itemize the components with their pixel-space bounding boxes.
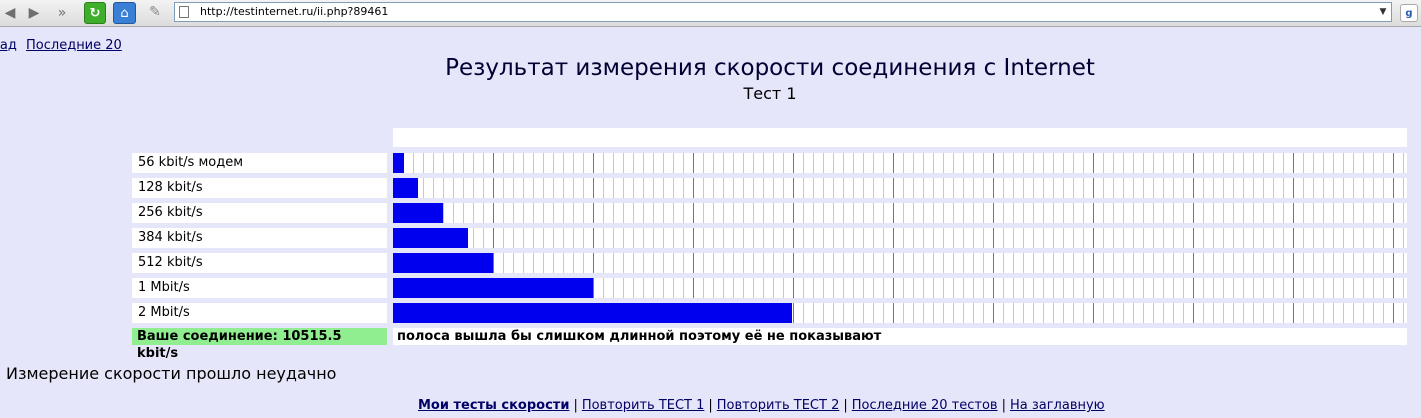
bottom-link[interactable]: Повторить ТЕСТ 2 <box>717 398 840 413</box>
chart-bar-track <box>393 153 1407 173</box>
bottom-link[interactable]: Мои тесты скорости <box>418 398 569 413</box>
chart-category-label: 512 kbit/s <box>132 253 387 273</box>
chart-bar-track <box>393 253 1407 273</box>
chart-bar-track <box>393 178 1407 198</box>
chart-bar <box>393 278 593 298</box>
back-link[interactable]: зад <box>0 38 17 53</box>
address-text: http://testinternet.ru/ii.php?89461 <box>200 5 389 18</box>
chart-bar <box>393 303 792 323</box>
page-icon <box>179 6 189 18</box>
bottom-link[interactable]: Последние 20 тестов <box>852 398 998 413</box>
last-20-link[interactable]: Последние 20 <box>26 38 122 53</box>
status-message: Измерение скорости прошло неудачно <box>6 364 337 383</box>
bottom-link[interactable]: Повторить ТЕСТ 1 <box>582 398 705 413</box>
chart-category-label: 384 kbit/s <box>132 228 387 248</box>
chart-bar <box>393 153 404 173</box>
chart-bar <box>393 253 493 273</box>
chart-bar-track <box>393 228 1407 248</box>
chart-category-label: 1 Mbit/s <box>132 278 387 298</box>
chart-bar <box>393 178 418 198</box>
chart-category-label: 256 kbit/s <box>132 203 387 223</box>
chart-header-strip <box>393 128 1407 147</box>
chart-bar-track <box>393 203 1407 223</box>
link-separator: | <box>573 398 578 413</box>
browser-toolbar: ◀ ▶ » ↻ ⌂ ✎ http://testinternet.ru/ii.ph… <box>0 0 1421 27</box>
link-separator: | <box>843 398 848 413</box>
extension-icon[interactable]: g <box>1400 4 1418 22</box>
page-title: Результат измерения скорости соединения … <box>445 55 1095 81</box>
chart-bar <box>393 228 468 248</box>
chart-category-label: 128 kbit/s <box>132 178 387 198</box>
link-separator: | <box>708 398 713 413</box>
home-icon[interactable]: ⌂ <box>113 2 136 24</box>
link-separator: | <box>1001 398 1006 413</box>
page-subtitle: Тест 1 <box>743 84 797 103</box>
pencil-icon[interactable]: ✎ <box>146 3 164 21</box>
fast-forward-icon[interactable]: » <box>52 3 72 23</box>
refresh-icon[interactable]: ↻ <box>84 2 106 24</box>
back-arrow-icon[interactable]: ◀ <box>0 3 20 23</box>
top-links: зад Последние 20 <box>0 38 127 53</box>
chevron-down-icon[interactable]: ▼ <box>1377 5 1389 19</box>
chart-bar-track <box>393 278 1407 298</box>
bottom-links: Мои тесты скорости | Повторить ТЕСТ 1 | Повт… <box>418 398 1105 413</box>
connection-result-note: полоса вышла бы слишком длинной поэтому … <box>393 328 1407 345</box>
bottom-link[interactable]: На заглавную <box>1010 398 1105 413</box>
address-bar[interactable]: http://testinternet.ru/ii.php?89461 ▼ <box>174 2 1392 22</box>
forward-arrow-icon[interactable]: ▶ <box>24 3 44 23</box>
chart-category-label: 56 kbit/s модем <box>132 153 387 173</box>
connection-result-label: Ваше соединение: 10515.5 kbit/s <box>132 328 387 361</box>
chart-bar-track <box>393 303 1407 323</box>
chart-category-label: 2 Mbit/s <box>132 303 387 323</box>
chart-bar <box>393 203 443 223</box>
